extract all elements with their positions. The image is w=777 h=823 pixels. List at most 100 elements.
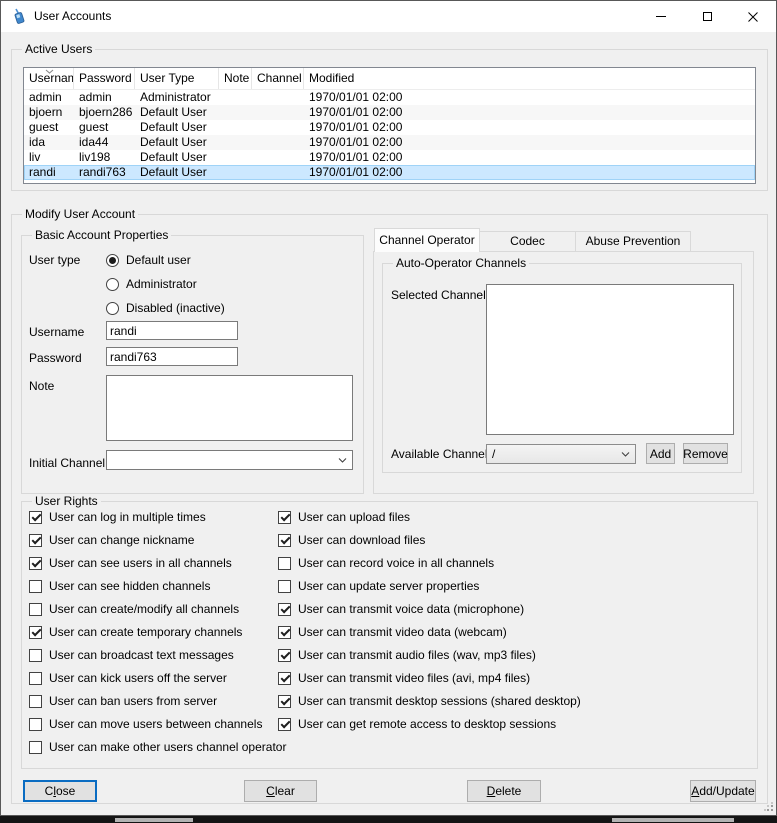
chevron-down-icon	[621, 452, 630, 457]
checkbox-move-users[interactable]: User can move users between channels	[29, 718, 286, 731]
checkbox-kick-users[interactable]: User can kick users off the server	[29, 672, 286, 685]
checkbox-box[interactable]	[278, 580, 291, 593]
cell-username: liv	[24, 150, 74, 165]
cell-username: randi	[24, 165, 74, 180]
checkbox-box[interactable]	[29, 649, 42, 662]
checkbox-transmit-desktop-sessions[interactable]: User can transmit desktop sessions (shar…	[278, 695, 581, 708]
checkbox-transmit-video[interactable]: User can transmit video data (webcam)	[278, 626, 581, 639]
column-header-user-type[interactable]: User Type	[135, 68, 219, 89]
radio-disabled-inactive[interactable]: Disabled (inactive)	[106, 302, 225, 315]
cell-note	[219, 150, 252, 165]
minimize-button[interactable]	[638, 1, 684, 32]
background-window-fragment	[612, 818, 734, 822]
checkbox-box[interactable]	[278, 603, 291, 616]
modify-user-account-group-label: Modify User Account	[22, 208, 138, 221]
checkbox-box[interactable]	[278, 649, 291, 662]
cell-user-type: Default User	[135, 135, 219, 150]
checkbox-see-users-all-channels[interactable]: User can see users in all channels	[29, 557, 286, 570]
column-header-password[interactable]: Password	[74, 68, 135, 89]
active-users-group-label: Active Users	[22, 43, 95, 56]
checkbox-create-modify-all-channels[interactable]: User can create/modify all channels	[29, 603, 286, 616]
initial-channel-select[interactable]	[106, 450, 353, 470]
column-header-note[interactable]: Note	[219, 68, 252, 89]
cell-password: liv198	[74, 150, 135, 165]
clear-button[interactable]: Clear	[244, 780, 317, 802]
cell-channel	[252, 90, 304, 105]
checkbox-box[interactable]	[29, 695, 42, 708]
tab-abuse-prevention[interactable]: Abuse Prevention	[575, 231, 691, 251]
table-row-selected[interactable]: randirandi763Default User1970/01/01 02:0…	[24, 165, 755, 180]
table-row[interactable]: idaida44Default User1970/01/01 02:00	[24, 135, 755, 150]
selected-channels-listbox[interactable]	[486, 284, 734, 435]
maximize-button[interactable]	[684, 1, 730, 32]
checkbox-broadcast-text-messages[interactable]: User can broadcast text messages	[29, 649, 286, 662]
checkbox-remote-access-desktop[interactable]: User can get remote access to desktop se…	[278, 718, 581, 731]
checkbox-change-nickname[interactable]: User can change nickname	[29, 534, 286, 547]
checkbox-see-hidden-channels[interactable]: User can see hidden channels	[29, 580, 286, 593]
checkbox-update-server-properties[interactable]: User can update server properties	[278, 580, 581, 593]
available-channels-select[interactable]: /	[486, 444, 636, 464]
checkbox-log-in-multiple-times[interactable]: User can log in multiple times	[29, 511, 286, 524]
checkbox-transmit-audio-files[interactable]: User can transmit audio files (wav, mp3 …	[278, 649, 581, 662]
cell-user-type: Default User	[135, 165, 219, 180]
checkbox-box[interactable]	[29, 534, 42, 547]
radio-button[interactable]	[106, 278, 119, 291]
checkbox-box[interactable]	[29, 557, 42, 570]
basic-account-properties-group-label: Basic Account Properties	[32, 229, 171, 242]
table-row[interactable]: adminadminAdministrator1970/01/01 02:00	[24, 90, 755, 105]
radio-button[interactable]	[106, 302, 119, 315]
password-field[interactable]	[106, 347, 238, 366]
app-icon	[11, 8, 27, 24]
active-users-table[interactable]: UsernamePasswordUser TypeNoteChannelModi…	[23, 67, 756, 184]
checkbox-box[interactable]	[29, 603, 42, 616]
checkbox-box[interactable]	[278, 534, 291, 547]
radio-button[interactable]	[106, 254, 119, 267]
available-channels-value: /	[492, 445, 495, 463]
column-header-modified[interactable]: Modified	[304, 68, 755, 89]
checkbox-upload-files[interactable]: User can upload files	[278, 511, 581, 524]
checkbox-box[interactable]	[278, 695, 291, 708]
titlebar[interactable]: User Accounts	[1, 1, 776, 32]
table-row[interactable]: guestguestDefault User1970/01/01 02:00	[24, 120, 755, 135]
column-header-channel[interactable]: Channel	[252, 68, 304, 89]
checkbox-transmit-video-files[interactable]: User can transmit video files (avi, mp4 …	[278, 672, 581, 685]
checkbox-box[interactable]	[29, 511, 42, 524]
add-update-button[interactable]: Add/Update	[690, 780, 756, 802]
user-rights-group-label: User Rights	[32, 495, 101, 508]
checkbox-box[interactable]	[29, 718, 42, 731]
checkbox-box[interactable]	[278, 672, 291, 685]
checkbox-box[interactable]	[278, 511, 291, 524]
checkbox-ban-users[interactable]: User can ban users from server	[29, 695, 286, 708]
table-row[interactable]: bjoernbjoern286Default User1970/01/01 02…	[24, 105, 755, 120]
delete-button[interactable]: Delete	[467, 780, 541, 802]
checkbox-make-channel-operator[interactable]: User can make other users channel operat…	[29, 741, 286, 754]
cell-username: admin	[24, 90, 74, 105]
add-button[interactable]: Add	[646, 443, 675, 464]
chevron-down-icon	[338, 458, 347, 463]
username-field[interactable]	[106, 321, 238, 340]
checkbox-label: User can create/modify all channels	[49, 603, 239, 616]
checkbox-record-voice[interactable]: User can record voice in all channels	[278, 557, 581, 570]
tab-codec-limitations[interactable]: Codec Limitations	[479, 231, 576, 251]
tab-channel-operator[interactable]: Channel Operator	[374, 228, 480, 252]
checkbox-transmit-voice[interactable]: User can transmit voice data (microphone…	[278, 603, 581, 616]
checkbox-download-files[interactable]: User can download files	[278, 534, 581, 547]
close-window-button[interactable]	[730, 1, 776, 32]
close-button[interactable]: Close	[23, 780, 97, 802]
checkbox-box[interactable]	[29, 626, 42, 639]
remove-button[interactable]: Remove	[683, 443, 728, 464]
checkbox-box[interactable]	[278, 557, 291, 570]
table-row[interactable]: livliv198Default User1970/01/01 02:00	[24, 150, 755, 165]
checkbox-box[interactable]	[278, 718, 291, 731]
radio-default-user[interactable]: Default user	[106, 254, 225, 267]
cell-password: randi763	[74, 165, 135, 180]
resize-grip[interactable]	[764, 802, 774, 812]
checkbox-create-temporary-channels[interactable]: User can create temporary channels	[29, 626, 286, 639]
checkbox-box[interactable]	[29, 741, 42, 754]
checkbox-box[interactable]	[29, 580, 42, 593]
checkbox-label: User can transmit desktop sessions (shar…	[298, 695, 581, 708]
checkbox-box[interactable]	[29, 672, 42, 685]
checkbox-box[interactable]	[278, 626, 291, 639]
note-field[interactable]	[106, 375, 353, 441]
radio-administrator[interactable]: Administrator	[106, 278, 225, 291]
